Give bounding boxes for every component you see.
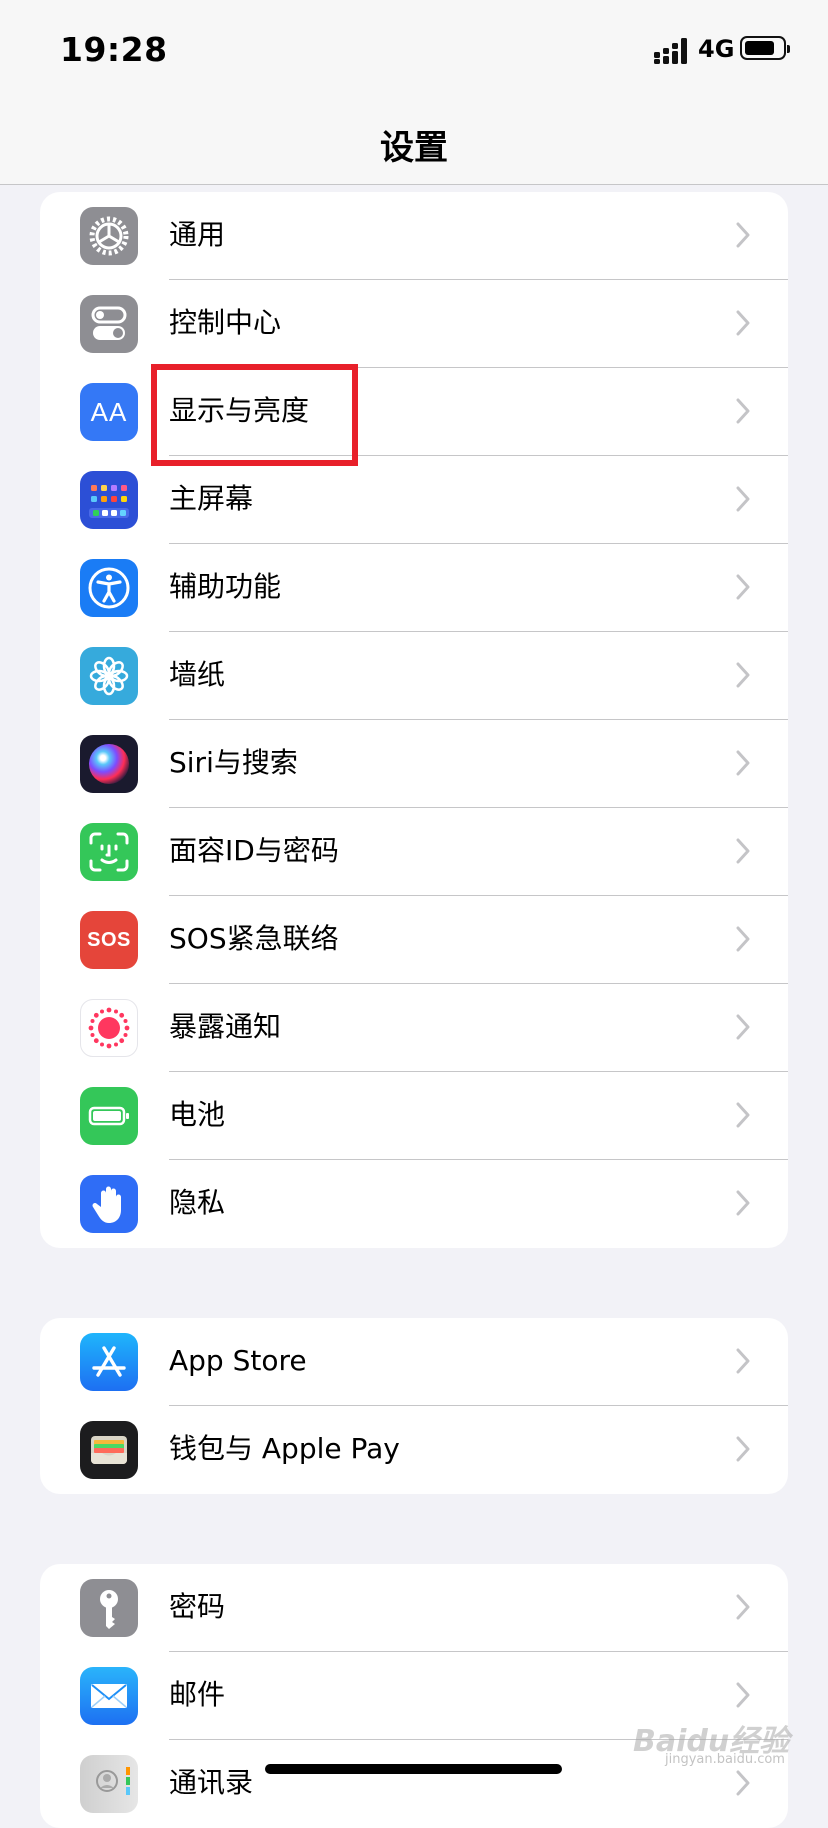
- siri-icon: [80, 735, 138, 793]
- settings-row-home-screen[interactable]: 主屏幕: [40, 456, 788, 544]
- settings-row-label: App Store: [169, 1344, 307, 1377]
- battery-icon: [80, 1087, 138, 1145]
- settings-row-label: 邮件: [169, 1678, 226, 1711]
- chevron-right-icon: [736, 1436, 750, 1462]
- settings-row-label: 主屏幕: [169, 482, 254, 515]
- navigation-bar: 设置: [0, 100, 828, 185]
- settings-group-1: 通用 控制中心 AA 显示与亮度 主屏幕 辅助功能 墙纸 Siri与搜索 面容I…: [40, 192, 788, 1248]
- network-type: 4G: [698, 35, 735, 63]
- settings-row-wallpaper[interactable]: 墙纸: [40, 632, 788, 720]
- app-store-icon: [80, 1333, 138, 1391]
- settings-row-accessibility[interactable]: 辅助功能: [40, 544, 788, 632]
- chevron-right-icon: [736, 662, 750, 688]
- settings-row-label: 墙纸: [169, 658, 226, 691]
- chevron-right-icon: [736, 310, 750, 336]
- cellular-signal-icon: [654, 38, 687, 64]
- gear-icon: [80, 207, 138, 265]
- settings-row-label: 控制中心: [169, 306, 282, 339]
- hand-icon: [80, 1175, 138, 1233]
- text-size-icon: AA: [80, 383, 138, 441]
- settings-row-label: 密码: [169, 1590, 226, 1623]
- contacts-icon: [80, 1755, 138, 1813]
- settings-row-general[interactable]: 通用: [40, 192, 788, 280]
- battery-status-icon: [740, 36, 790, 60]
- chevron-right-icon: [736, 574, 750, 600]
- chevron-right-icon: [736, 1102, 750, 1128]
- settings-row-label: 面容ID与密码: [169, 834, 339, 867]
- chevron-right-icon: [736, 1014, 750, 1040]
- chevron-right-icon: [736, 1594, 750, 1620]
- settings-row-label: Siri与搜索: [169, 746, 298, 779]
- settings-group-2: App Store 钱包与 Apple Pay: [40, 1318, 788, 1494]
- chevron-right-icon: [736, 1682, 750, 1708]
- settings-row-passwords[interactable]: 密码: [40, 1564, 788, 1652]
- settings-row-face-id[interactable]: 面容ID与密码: [40, 808, 788, 896]
- settings-row-privacy[interactable]: 隐私: [40, 1160, 788, 1248]
- watermark-url: jingyan.baidu.com: [665, 1752, 785, 1767]
- chevron-right-icon: [736, 222, 750, 248]
- accessibility-icon: [80, 559, 138, 617]
- status-bar: 19:28 4G: [0, 0, 828, 100]
- home-indicator[interactable]: [265, 1764, 562, 1774]
- highlight-box: [151, 364, 358, 466]
- settings-row-emergency-sos[interactable]: SOS SOS紧急联络: [40, 896, 788, 984]
- settings-row-label: SOS紧急联络: [169, 922, 339, 955]
- wallet-icon: [80, 1421, 138, 1479]
- mail-icon: [80, 1667, 138, 1725]
- chevron-right-icon: [736, 838, 750, 864]
- settings-group-3: 密码 邮件 通讯录: [40, 1564, 788, 1828]
- toggles-icon: [80, 295, 138, 353]
- settings-row-battery[interactable]: 电池: [40, 1072, 788, 1160]
- settings-row-wallet-apple-pay[interactable]: 钱包与 Apple Pay: [40, 1406, 788, 1494]
- settings-row-siri-search[interactable]: Siri与搜索: [40, 720, 788, 808]
- sos-icon: SOS: [80, 911, 138, 969]
- settings-row-control-center[interactable]: 控制中心: [40, 280, 788, 368]
- chevron-right-icon: [736, 1770, 750, 1796]
- settings-row-label: 钱包与 Apple Pay: [169, 1432, 400, 1465]
- settings-row-label: 隐私: [169, 1186, 226, 1219]
- chevron-right-icon: [736, 1348, 750, 1374]
- settings-row-label: 通用: [169, 218, 226, 251]
- key-icon: [80, 1579, 138, 1637]
- chevron-right-icon: [736, 926, 750, 952]
- chevron-right-icon: [736, 398, 750, 424]
- chevron-right-icon: [736, 750, 750, 776]
- home-grid-icon: [80, 471, 138, 529]
- settings-row-exposure-notifications[interactable]: 暴露通知: [40, 984, 788, 1072]
- settings-row-label: 电池: [169, 1098, 226, 1131]
- settings-row-label: 暴露通知: [169, 1010, 282, 1043]
- status-time: 19:28: [60, 30, 168, 69]
- page-title: 设置: [380, 128, 448, 168]
- face-id-icon: [80, 823, 138, 881]
- settings-row-label: 通讯录: [169, 1766, 254, 1799]
- chevron-right-icon: [736, 1190, 750, 1216]
- chevron-right-icon: [736, 486, 750, 512]
- settings-row-app-store[interactable]: App Store: [40, 1318, 788, 1406]
- settings-row-label: 辅助功能: [169, 570, 282, 603]
- flower-icon: [80, 647, 138, 705]
- exposure-icon: [80, 999, 138, 1057]
